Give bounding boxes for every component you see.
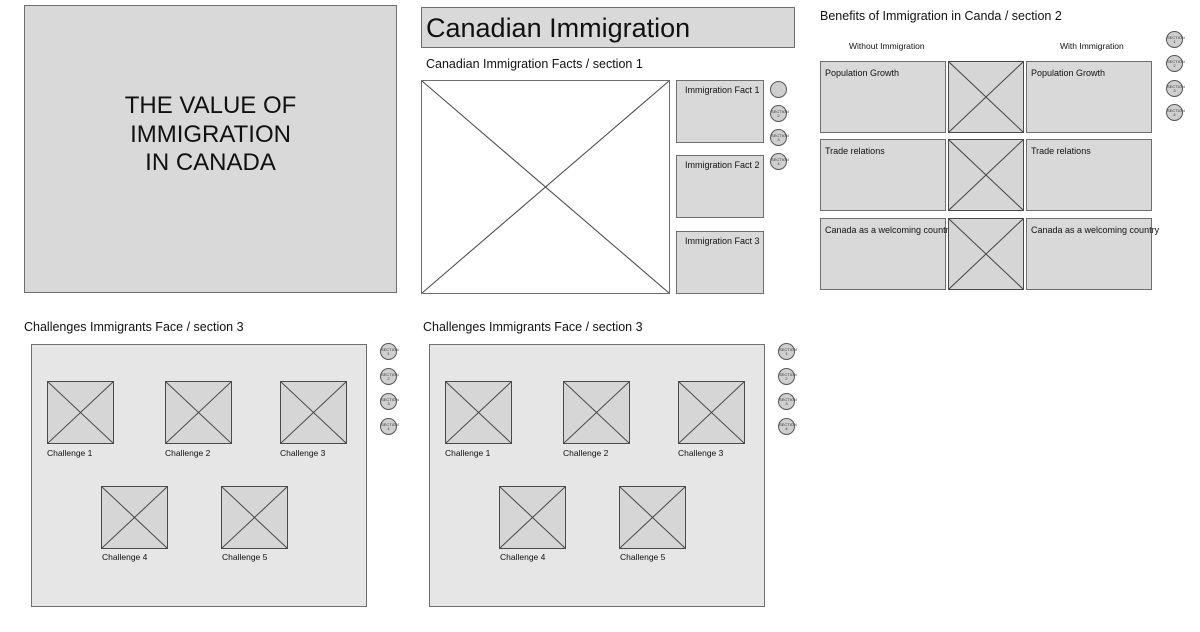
challenge-label: Challenge 4 <box>500 552 546 562</box>
title-slide-heading: THE VALUE OF IMMIGRATION IN CANADA <box>25 92 396 178</box>
column-header-without: Without Immigration <box>849 41 925 51</box>
benefit-with-cell: Canada as a welcoming country <box>1026 218 1159 290</box>
challenges-panel: Challenge 1 Challenge 2 Challenge 3 Chal… <box>31 344 367 607</box>
benefit-image-placeholder <box>948 139 1024 211</box>
nav-dot-section-1[interactable]: SECTION 1 <box>778 343 797 360</box>
benefit-image-placeholder <box>948 61 1024 133</box>
benefit-without-cell: Trade relations <box>820 139 946 211</box>
fact-box-3: Immigration Fact 3 <box>676 231 764 294</box>
nav-dot-section-2[interactable]: SECTION 2 <box>1166 55 1185 72</box>
challenges-panel: Challenge 1 Challenge 2 Challenge 3 Chal… <box>429 344 765 607</box>
challenge-image-placeholder <box>47 381 114 444</box>
nav-dot-section-2[interactable]: SECTION 2 <box>770 105 789 122</box>
fact-box-1: Immigration Fact 1 <box>676 80 764 143</box>
challenge-label: Challenge 4 <box>102 552 148 562</box>
page-title: Canadian Immigration <box>426 13 691 43</box>
benefit-with-label: Canada as a welcoming country <box>1031 225 1160 235</box>
benefit-without-label: Trade relations <box>825 146 885 156</box>
title-line-2: IMMIGRATION <box>130 120 291 148</box>
benefits-section-heading: Benefits of Immigration in Canda / secti… <box>820 9 1062 23</box>
benefit-image-placeholder <box>948 218 1024 290</box>
nav-dot-section-1[interactable] <box>770 81 787 98</box>
nav-dot-section-3[interactable]: SECTION 3 <box>1166 80 1185 97</box>
benefit-with-cell: Trade relations <box>1026 139 1152 211</box>
nav-dot-section-3[interactable]: SECTION 3 <box>380 393 399 410</box>
benefit-with-cell: Population Growth <box>1026 61 1152 133</box>
benefit-without-cell: Population Growth <box>820 61 946 133</box>
page-title-bar: Canadian Immigration <box>421 7 795 48</box>
nav-dot-section-4[interactable]: SECTION 4 <box>770 153 789 170</box>
nav-dot-section-2[interactable]: SECTION 2 <box>380 368 399 385</box>
benefit-without-label: Canada as a welcoming country <box>825 225 954 235</box>
challenge-image-placeholder <box>165 381 232 444</box>
challenge-image-placeholder <box>499 486 566 549</box>
nav-dot-section-1[interactable]: SECTION 1 <box>380 343 399 360</box>
nav-dot-section-4[interactable]: SECTION 4 <box>778 418 797 435</box>
challenge-image-placeholder <box>101 486 168 549</box>
column-header-with: With Immigration <box>1060 41 1124 51</box>
challenge-label: Challenge 2 <box>563 448 609 458</box>
challenge-image-placeholder <box>563 381 630 444</box>
nav-dot-section-3[interactable]: SECTION 3 <box>770 129 789 146</box>
fact-label-2: Immigration Fact 2 <box>685 160 760 170</box>
fact-label-3: Immigration Fact 3 <box>685 236 760 246</box>
challenge-label: Challenge 5 <box>620 552 666 562</box>
title-line-1: THE VALUE OF <box>124 92 297 119</box>
benefit-with-label: Trade relations <box>1031 146 1091 156</box>
challenge-image-placeholder <box>221 486 288 549</box>
challenge-label: Challenge 1 <box>47 448 93 458</box>
challenge-image-placeholder <box>619 486 686 549</box>
facts-image-placeholder <box>421 80 670 294</box>
title-line-3: IN CANADA <box>145 149 276 176</box>
challenge-image-placeholder <box>678 381 745 444</box>
challenge-image-placeholder <box>280 381 347 444</box>
benefit-without-label: Population Growth <box>825 68 900 78</box>
fact-label-1: Immigration Fact 1 <box>685 85 760 95</box>
challenges-section-heading: Challenges Immigrants Face / section 3 <box>24 320 244 334</box>
challenge-label: Challenge 3 <box>280 448 326 458</box>
challenge-label: Challenge 5 <box>222 552 268 562</box>
benefit-without-cell: Canada as a welcoming country <box>820 218 953 290</box>
nav-dot-section-4[interactable]: SECTION 4 <box>380 418 399 435</box>
nav-dot-section-4[interactable]: SECTION 4 <box>1166 104 1185 121</box>
fact-box-2: Immigration Fact 2 <box>676 155 764 218</box>
nav-dot-section-3[interactable]: SECTION 3 <box>778 393 797 410</box>
title-slide-panel: THE VALUE OF IMMIGRATION IN CANADA <box>24 5 397 293</box>
challenges-section-heading: Challenges Immigrants Face / section 3 <box>423 320 643 334</box>
nav-dot-section-2[interactable]: SECTION 2 <box>778 368 797 385</box>
challenge-label: Challenge 3 <box>678 448 724 458</box>
benefit-with-label: Population Growth <box>1031 68 1106 78</box>
challenge-image-placeholder <box>445 381 512 444</box>
challenge-label: Challenge 2 <box>165 448 211 458</box>
facts-section-heading: Canadian Immigration Facts / section 1 <box>426 57 643 71</box>
challenge-label: Challenge 1 <box>445 448 491 458</box>
nav-dot-section-1[interactable]: SECTION 1 <box>1166 31 1185 48</box>
